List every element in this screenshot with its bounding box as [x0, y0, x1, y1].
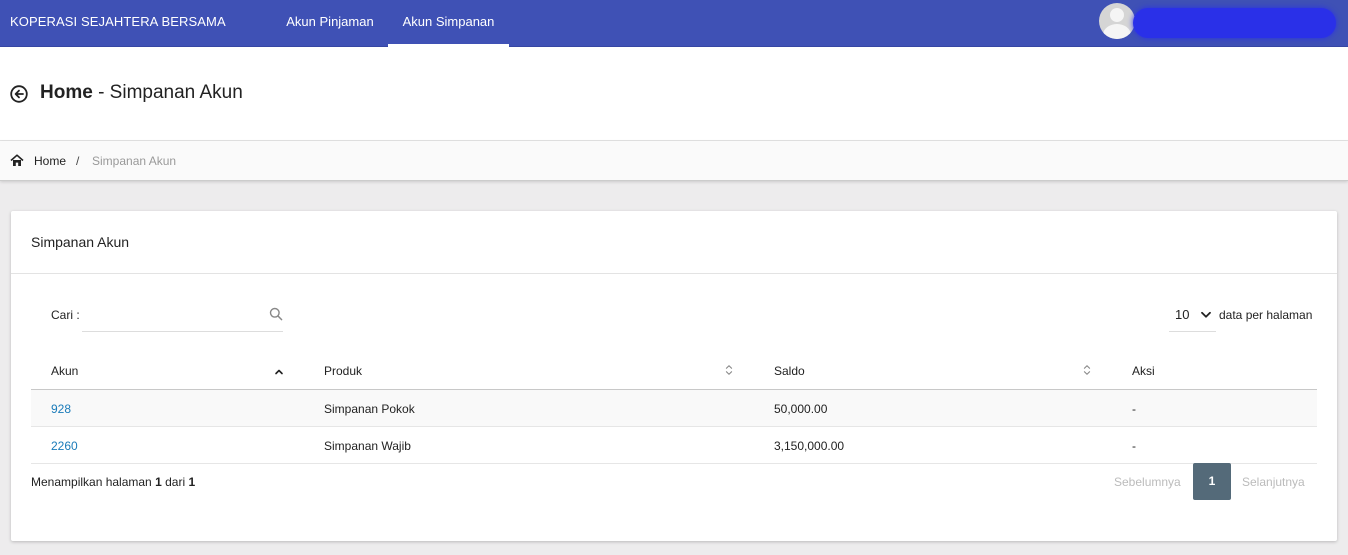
page-info-mid: dari	[161, 475, 189, 489]
page-title-rest: - Simpanan Akun	[92, 82, 243, 103]
page-title-bar: Home - Simpanan Akun	[0, 47, 1348, 141]
action-cell: -	[1132, 439, 1136, 453]
column-header-produk[interactable]: Produk	[324, 364, 362, 378]
pagination-info: Menampilkan halaman 1 dari 1	[31, 475, 195, 489]
home-icon[interactable]	[10, 154, 24, 167]
previous-page-button[interactable]: Sebelumnya	[1114, 475, 1181, 489]
column-header-aksi: Aksi	[1132, 364, 1155, 378]
tab-akun-pinjaman[interactable]: Akun Pinjaman	[272, 0, 388, 47]
page-title-bold: Home	[40, 82, 93, 103]
balance-cell: 3,150,000.00	[774, 439, 845, 453]
user-avatar[interactable]	[1099, 3, 1135, 39]
avatar-body-shape	[1103, 24, 1131, 39]
brand-name[interactable]: KOPERASI SEJAHTERA BERSAMA	[10, 14, 226, 29]
balance-cell: 50,000.00	[774, 402, 828, 416]
breadcrumb-current: Simpanan Akun	[92, 154, 177, 168]
sort-ascending-icon[interactable]	[274, 366, 284, 378]
product-cell: Simpanan Wajib	[324, 439, 411, 453]
search-label: Cari :	[51, 308, 80, 322]
breadcrumb-home[interactable]: Home	[34, 154, 66, 168]
tab-akun-simpanan[interactable]: Akun Simpanan	[388, 0, 509, 47]
back-arrow-icon[interactable]	[10, 85, 28, 103]
card-title: Simpanan Akun	[31, 234, 130, 250]
page-total-number: 1	[188, 475, 196, 489]
page-1-button[interactable]: 1	[1193, 463, 1231, 500]
next-page-button[interactable]: Selanjutnya	[1242, 475, 1305, 489]
page-info-prefix: Menampilkan halaman	[31, 475, 156, 489]
sort-toggle-icon[interactable]	[724, 364, 734, 376]
search-input[interactable]	[82, 299, 283, 332]
search-icon	[269, 307, 283, 321]
sort-toggle-icon[interactable]	[1082, 364, 1092, 376]
per-page-label: data per halaman	[1219, 308, 1313, 322]
top-navbar: KOPERASI SEJAHTERA BERSAMA Akun Pinjaman…	[0, 0, 1348, 47]
user-name-redacted[interactable]	[1133, 8, 1336, 38]
page-current-number: 1	[155, 475, 162, 489]
breadcrumb-separator: /	[76, 154, 80, 168]
column-header-saldo[interactable]: Saldo	[774, 364, 805, 378]
breadcrumb: Home / Simpanan Akun	[0, 141, 1348, 181]
chevron-down-icon	[1201, 311, 1211, 318]
table-row: 928 Simpanan Pokok 50,000.00 -	[31, 390, 1317, 427]
simpanan-card: Simpanan Akun Cari : 10 data per halaman…	[11, 211, 1337, 541]
product-cell: Simpanan Pokok	[324, 402, 415, 416]
table-row: 2260 Simpanan Wajib 3,150,000.00 -	[31, 427, 1317, 464]
column-header-akun[interactable]: Akun	[51, 364, 78, 378]
account-link[interactable]: 2260	[51, 439, 78, 453]
avatar-head-shape	[1110, 8, 1124, 22]
card-header: Simpanan Akun	[11, 211, 1337, 274]
account-link[interactable]: 928	[51, 402, 71, 416]
page-title: Home - Simpanan Akun	[40, 82, 243, 104]
action-cell: -	[1132, 402, 1136, 416]
